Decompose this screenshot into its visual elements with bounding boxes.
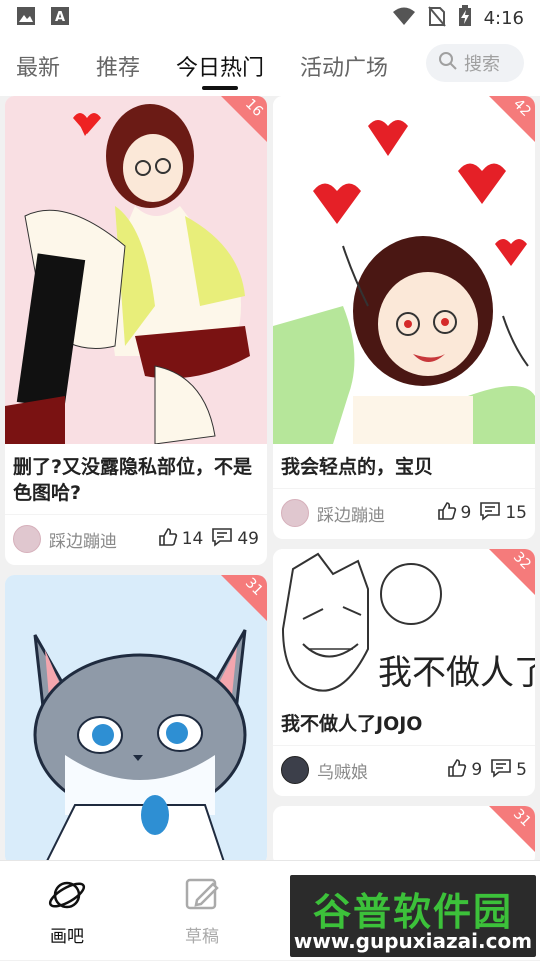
image-icon [16,6,36,30]
svg-text:A: A [55,10,65,25]
tab-hot-today[interactable]: 今日热门 [176,38,264,94]
post-meta: 踩边蹦迪 9 15 [273,488,535,539]
post-title[interactable]: 删了?又没露隐私部位，不是色图哈? [5,444,267,506]
edit-icon [183,876,221,918]
author-name[interactable]: 踩边蹦迪 [317,501,385,526]
feed-column-left: 16 删了?又没露隐私部位，不是色图哈? 踩边蹦迪 14 49 31 [5,96,267,860]
nav-huaba[interactable]: 画吧 [22,861,112,961]
author-name[interactable]: 踩边蹦迪 [49,527,117,552]
tab-latest[interactable]: 最新 [16,38,60,94]
tab-activity-square[interactable]: 活动广场 [300,38,388,94]
comment-icon [479,501,501,526]
nav-label: 画吧 [50,926,84,947]
watermark: 谷普软件园 www.gupuxiazai.com [290,875,536,957]
watermark-title: 谷普软件园 [312,889,513,934]
comment-button[interactable]: 49 [211,527,259,552]
post-image[interactable]: 31 [5,575,267,860]
category-tabs: 最新 推荐 今日热门 活动广场 搜索 [0,36,540,96]
post-meta: 乌贼娘 9 5 [273,745,535,796]
post-feed[interactable]: 16 删了?又没露隐私部位，不是色图哈? 踩边蹦迪 14 49 31 42 我会… [0,96,540,860]
feed-column-right: 42 我会轻点的，宝贝 踩边蹦迪 9 15 我不做人了 32 我不做人了JOJO… [273,96,535,860]
post-card[interactable]: 31 [5,575,267,860]
battery-charging-icon [458,5,472,31]
thumbs-up-icon [437,501,457,526]
status-time: 4:16 [483,7,524,29]
nav-label: 草稿 [185,926,219,947]
post-meta: 踩边蹦迪 14 49 [5,514,267,565]
thumbs-up-icon [447,758,467,783]
like-button[interactable]: 9 [437,501,472,526]
nav-drafts[interactable]: 草稿 [157,861,247,961]
comment-icon [490,758,512,783]
comment-count: 15 [505,503,527,523]
wifi-icon [392,6,416,30]
no-sim-icon [427,5,446,31]
image-text: 我不做人了 [378,653,535,693]
thumbs-up-icon [158,527,178,552]
comment-icon [211,527,233,552]
comment-button[interactable]: 15 [479,501,527,526]
post-image[interactable]: 我不做人了 32 [273,549,535,701]
text-a-icon: A [50,6,70,30]
tab-recommended[interactable]: 推荐 [96,38,140,94]
post-title[interactable]: 我不做人了JOJO [273,701,535,737]
like-button[interactable]: 9 [447,758,482,783]
bottom-navigation: 画吧 草稿 谷普软件园 www.gupuxiazai.com [0,860,540,960]
status-bar: A 4:16 [0,0,540,36]
post-title[interactable]: 我会轻点的，宝贝 [273,444,535,480]
like-count: 14 [181,529,204,549]
comment-count: 49 [237,529,259,549]
post-image[interactable]: 42 [273,96,535,444]
post-image[interactable]: 16 [5,96,267,444]
comment-button[interactable]: 5 [490,758,527,783]
post-image[interactable]: 31 [273,806,535,860]
like-count: 9 [471,760,483,780]
post-card[interactable]: 我不做人了 32 我不做人了JOJO 乌贼娘 9 5 [273,549,535,796]
post-card[interactable]: 31 [273,806,535,860]
search-placeholder: 搜索 [464,54,500,75]
search-box[interactable]: 搜索 [426,44,524,82]
avatar[interactable] [281,499,309,527]
watermark-url: www.gupuxiazai.com [293,929,533,953]
search-icon [438,51,458,76]
post-card[interactable]: 42 我会轻点的，宝贝 踩边蹦迪 9 15 [273,96,535,539]
avatar[interactable] [281,756,309,784]
like-count: 9 [460,503,472,523]
comment-count: 5 [516,760,527,780]
like-button[interactable]: 14 [158,527,204,552]
post-card[interactable]: 16 删了?又没露隐私部位，不是色图哈? 踩边蹦迪 14 49 [5,96,267,565]
planet-icon [47,876,87,918]
avatar[interactable] [13,525,41,553]
author-name[interactable]: 乌贼娘 [317,758,368,783]
